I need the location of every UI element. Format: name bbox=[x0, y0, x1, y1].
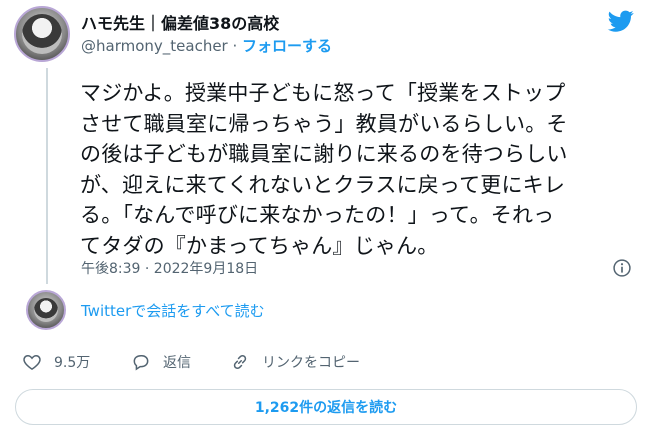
copy-link-label: リンクをコピー bbox=[262, 355, 360, 371]
read-replies-button[interactable]: 1,262件の返信を読む bbox=[15, 389, 637, 425]
speech-bubble-icon bbox=[133, 355, 149, 371]
heart-icon bbox=[23, 354, 41, 370]
tweet-line: マジかよ。授業中子どもに怒って「授業をストップ bbox=[80, 81, 566, 105]
tweet-line: る。「なんで呼びに来なかったの！」って。それっ bbox=[80, 203, 555, 227]
link-icon bbox=[233, 354, 247, 370]
tweet-body: マジかよ。授業中子どもに怒って「授業をストップ させて職員室に帰っちゃう」教員が… bbox=[80, 78, 640, 261]
read-conversation-link[interactable]: Twitterで会話をすべて読む bbox=[81, 300, 265, 321]
thread-avatar[interactable] bbox=[26, 290, 66, 330]
reply-button[interactable]: 返信 bbox=[131, 352, 191, 372]
like-count: 9.5万 bbox=[54, 355, 91, 371]
tweet-line: させて職員室に帰っちゃう」教員がいるらしい。そ bbox=[80, 111, 568, 136]
tweet-actions: 9.5万 返信 リンクをコピー bbox=[0, 352, 655, 376]
author-handle[interactable]: @harmony_teacher bbox=[81, 37, 228, 55]
reply-label: 返信 bbox=[163, 355, 191, 371]
twitter-bird-icon[interactable] bbox=[606, 8, 636, 34]
follow-button[interactable]: フォローする bbox=[242, 37, 332, 55]
like-button[interactable]: 9.5万 bbox=[22, 352, 90, 372]
tweet-line: てタダの『かまってちゃん』じゃん。 bbox=[80, 233, 439, 258]
author-display-name[interactable]: ハモ先生｜偏差値38の高校 bbox=[81, 10, 279, 34]
copy-link-button[interactable]: リンクをコピー bbox=[230, 352, 360, 372]
handle-separator: · bbox=[227, 37, 243, 55]
tweet-line: の後は子どもが職員室に謝りに来るのを待つらしい bbox=[80, 142, 568, 166]
tweet-line: が、迎えに来てくれないとクラスに戻って更にキレ bbox=[80, 172, 566, 197]
author-avatar[interactable] bbox=[14, 6, 70, 62]
tweet-timestamp[interactable]: 午後8:39 · 2022年9月18日 bbox=[81, 258, 258, 278]
thread-connector-line bbox=[46, 68, 48, 284]
info-icon[interactable] bbox=[612, 258, 632, 278]
author-handle-row: @harmony_teacher · フォローする bbox=[81, 35, 332, 56]
